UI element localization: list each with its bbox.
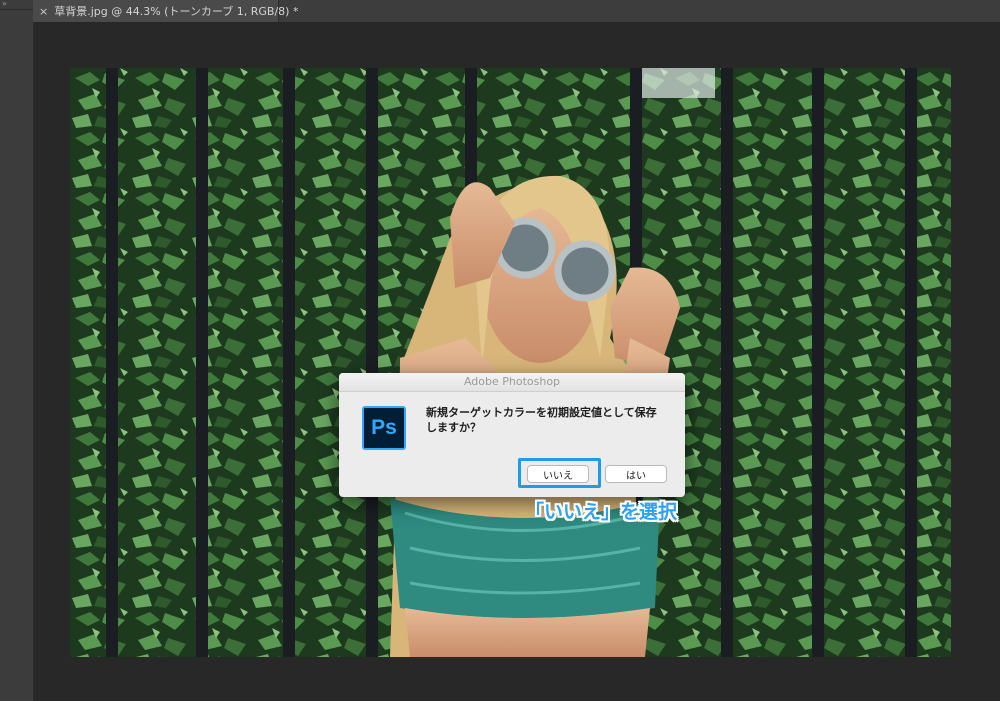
collapse-panels-icon[interactable]: » [2, 0, 30, 8]
dialog-title: Adobe Photoshop [339, 373, 685, 392]
left-panel-strip: » [0, 0, 34, 701]
yes-button[interactable]: はい [605, 465, 667, 483]
photo-illustration [70, 68, 951, 657]
document-tab-title: 草背景.jpg @ 44.3% (トーンカーブ 1, RGB/8) * [54, 5, 299, 18]
highlight-box [518, 458, 601, 488]
annotation-label: 「いいえ」を選択 [525, 501, 678, 523]
photoshop-app-icon: Ps [362, 406, 406, 450]
canvas-area[interactable] [34, 23, 1000, 701]
save-color-dialog: Adobe Photoshop Ps 新規ターゲットカラーを初期設定値として保存… [339, 373, 685, 497]
panel-divider [0, 9, 33, 10]
dialog-message: 新規ターゲットカラーを初期設定値として保存しますか？ [426, 406, 657, 434]
document-tab[interactable]: × 草背景.jpg @ 44.3% (トーンカーブ 1, RGB/8) * [33, 0, 298, 22]
document-tab-bar: × 草背景.jpg @ 44.3% (トーンカーブ 1, RGB/8) * [33, 0, 1000, 23]
document-image[interactable] [70, 68, 951, 657]
close-tab-icon[interactable]: × [39, 5, 48, 18]
